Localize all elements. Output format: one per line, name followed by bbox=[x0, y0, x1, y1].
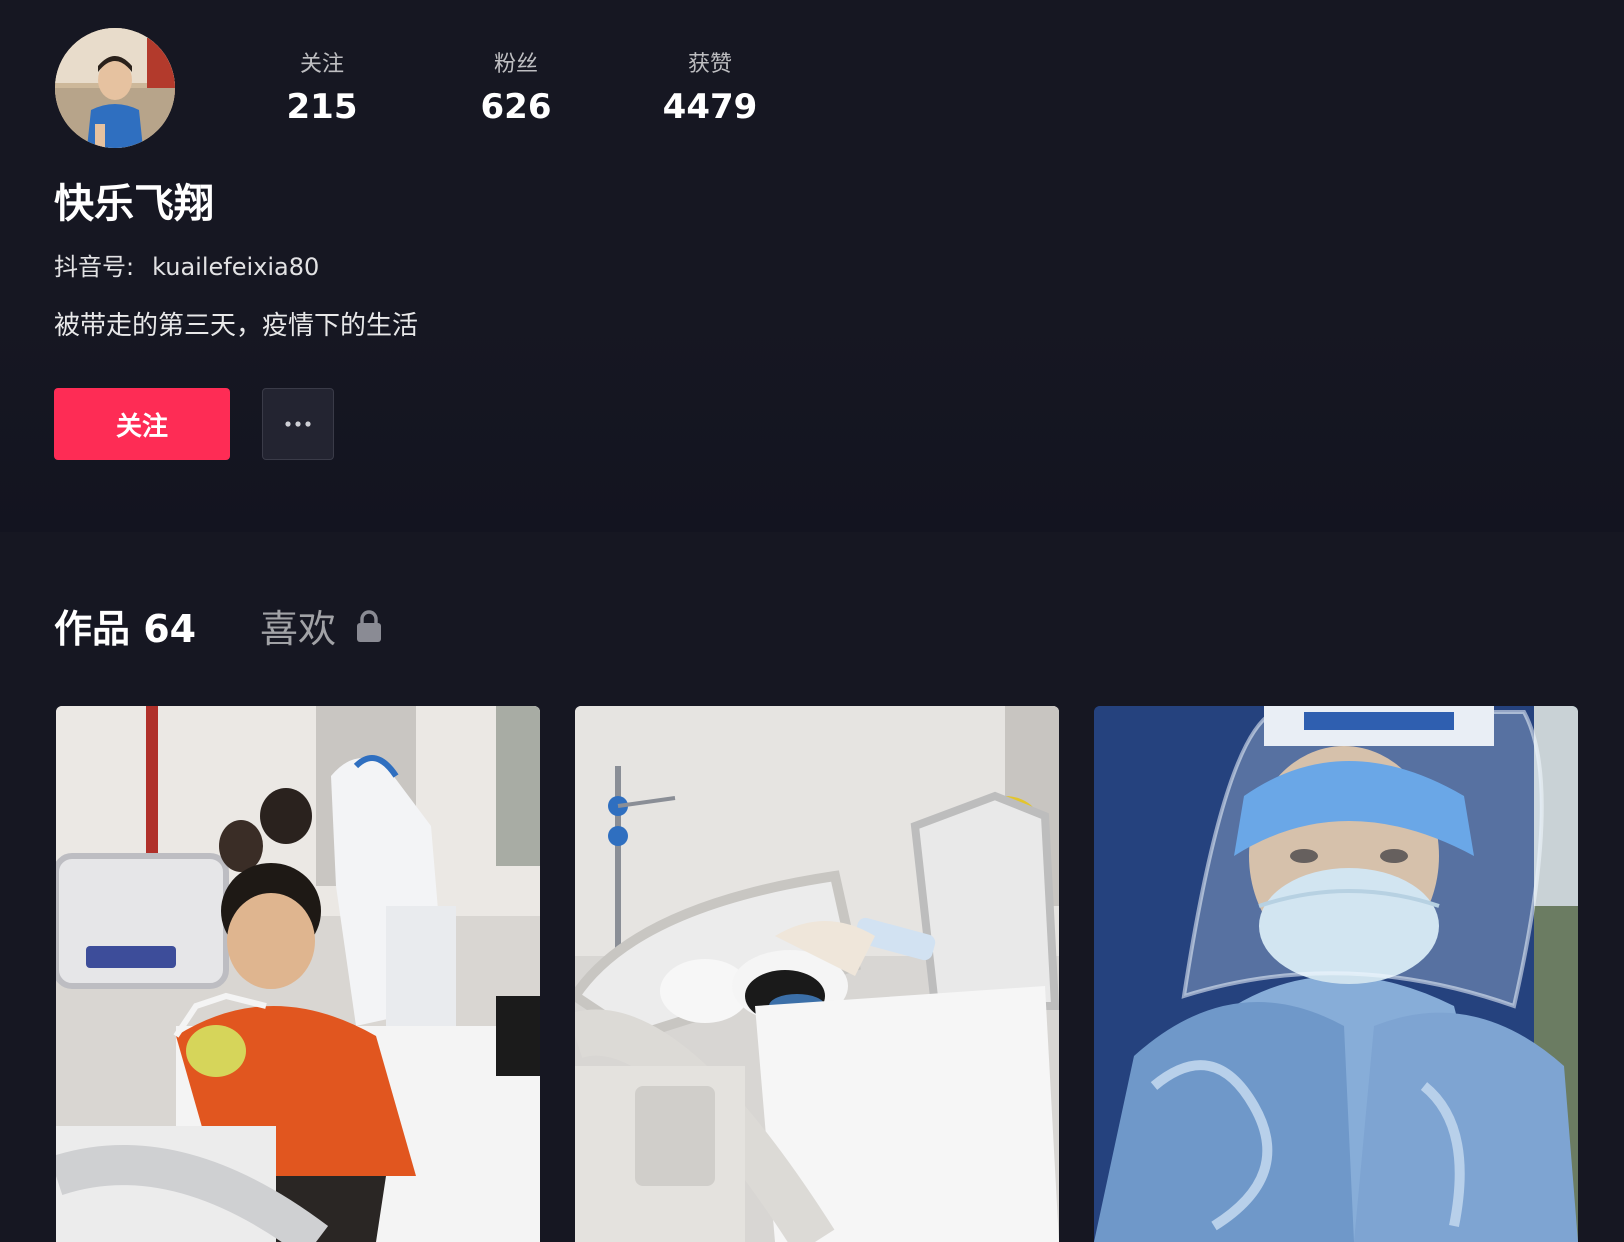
stat-value: 4479 bbox=[662, 87, 758, 127]
douyin-id: 抖音号: kuailefeixia80 bbox=[54, 250, 319, 284]
stat-label: 粉丝 bbox=[493, 52, 538, 77]
douyin-id-label: 抖音号: bbox=[54, 253, 135, 281]
avatar[interactable] bbox=[55, 28, 175, 148]
video-thumbnail-2[interactable] bbox=[575, 706, 1059, 1242]
video-thumbnail-image bbox=[1094, 706, 1578, 1242]
tab-likes-label: 喜欢 bbox=[260, 607, 337, 651]
video-thumbnail-1[interactable] bbox=[56, 706, 540, 1242]
stat-likes: 获赞 4479 bbox=[640, 50, 780, 130]
tab-works[interactable]: 作品 64 bbox=[54, 604, 196, 654]
video-thumbnail-3[interactable] bbox=[1094, 706, 1578, 1242]
stat-value: 215 bbox=[286, 87, 358, 127]
stat-following[interactable]: 关注 215 bbox=[252, 50, 392, 130]
douyin-id-value: kuailefeixia80 bbox=[152, 253, 320, 281]
more-horizontal-icon bbox=[285, 421, 311, 427]
profile-page: 关注 215 粉丝 626 获赞 4479 快乐飞翔 抖音号: kuailefei… bbox=[0, 0, 1624, 1242]
video-thumbnail-image bbox=[575, 706, 1059, 1242]
stat-label: 获赞 bbox=[687, 52, 732, 77]
stat-followers[interactable]: 粉丝 626 bbox=[446, 50, 586, 130]
tab-likes[interactable]: 喜欢 bbox=[260, 604, 382, 654]
more-button[interactable] bbox=[262, 388, 334, 460]
follow-button[interactable]: 关注 bbox=[54, 388, 230, 460]
nickname: 快乐飞翔 bbox=[54, 181, 214, 227]
stat-value: 626 bbox=[480, 87, 552, 127]
content-tabs: 作品 64 喜欢 bbox=[0, 532, 1624, 692]
stat-label: 关注 bbox=[299, 52, 344, 77]
lock-icon bbox=[356, 604, 382, 654]
bio: 被带走的第三天，疫情下的生活 bbox=[54, 311, 419, 341]
avatar-image bbox=[55, 28, 175, 148]
profile-header: 关注 215 粉丝 626 获赞 4479 快乐飞翔 抖音号: kuailefei… bbox=[0, 0, 1624, 532]
video-thumbnail-image bbox=[56, 706, 540, 1242]
